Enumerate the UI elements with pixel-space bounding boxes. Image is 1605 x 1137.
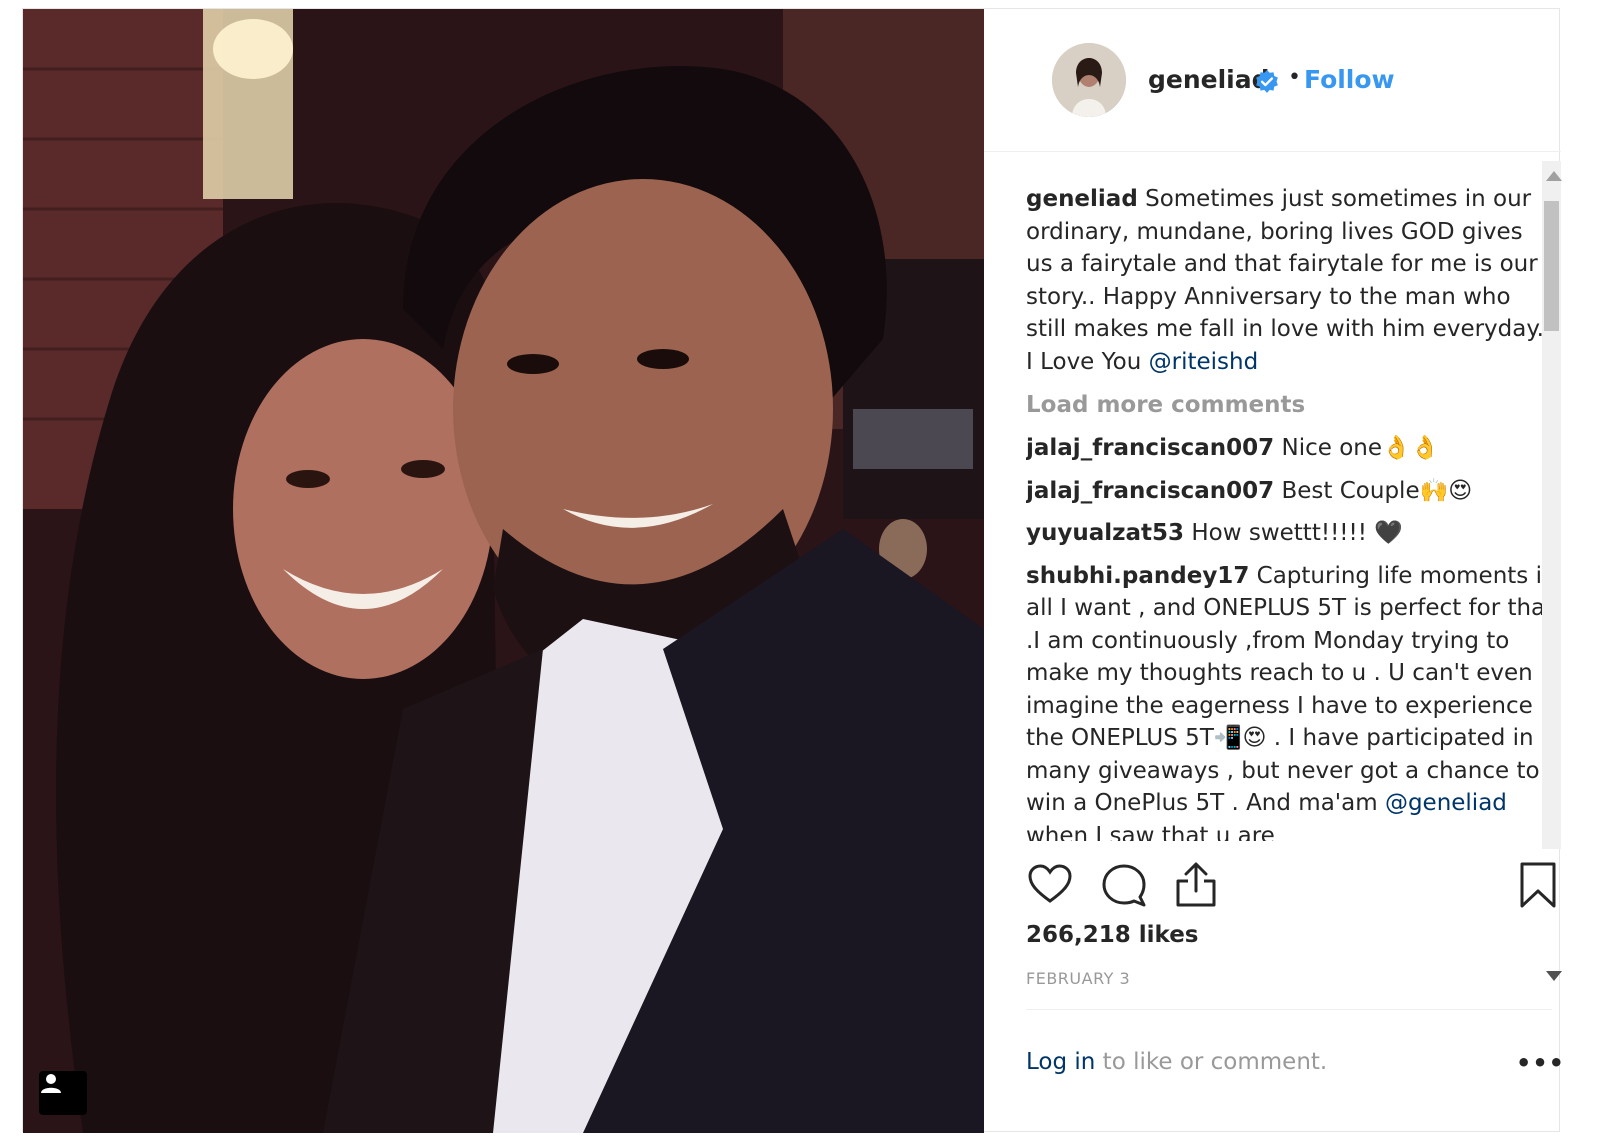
comment-text: How swettt!!!!! 🖤 <box>1184 520 1403 546</box>
avatar-illustration <box>1052 43 1126 117</box>
scroll-thumb[interactable] <box>1544 201 1559 331</box>
comments-list[interactable]: geneliad Sometimes just sometimes in our… <box>1026 161 1556 841</box>
comment-username[interactable]: jalaj_franciscan007 <box>1026 478 1274 504</box>
likes-count[interactable]: 266,218 likes <box>1026 922 1199 948</box>
comment-item: jalaj_franciscan007 Best Couple🙌😍 <box>1026 475 1556 508</box>
comment-username[interactable]: jalaj_franciscan007 <box>1026 435 1274 461</box>
separator-dot: • <box>1288 65 1301 90</box>
comment-text-continued: when I saw that u are <box>1026 822 1275 842</box>
comment-text: Nice one👌👌 <box>1274 435 1440 461</box>
comment-text: Best Couple🙌😍 <box>1274 477 1473 504</box>
scroll-up-arrow-icon[interactable] <box>1546 171 1562 181</box>
photo-illustration <box>23 9 984 1133</box>
comments-scrollbar[interactable] <box>1542 161 1562 981</box>
bookmark-icon[interactable] <box>1514 861 1562 909</box>
verified-badge-icon <box>1256 70 1278 93</box>
tagged-people-button[interactable] <box>39 1071 87 1115</box>
comment-item: yuyualzat53 How swettt!!!!! 🖤 <box>1026 517 1556 550</box>
caption-mention[interactable]: @riteishd <box>1149 349 1259 375</box>
action-bar <box>1026 861 1556 911</box>
scroll-down-arrow-icon[interactable] <box>1546 971 1562 981</box>
comment-username[interactable]: yuyualzat53 <box>1026 520 1184 546</box>
share-icon[interactable] <box>1172 861 1220 909</box>
heart-icon[interactable] <box>1026 861 1074 909</box>
load-more-comments-button[interactable]: Load more comments <box>1026 392 1556 418</box>
post-date: FEBRUARY 3 <box>1026 969 1131 988</box>
comment-icon[interactable] <box>1100 861 1148 909</box>
more-options-icon[interactable]: ••• <box>1516 1049 1565 1077</box>
instagram-post: geneliad • Follow geneliad Sometimes jus… <box>22 8 1564 1133</box>
post-side-panel: geneliad • Follow geneliad Sometimes jus… <box>984 9 1564 1133</box>
follow-button[interactable]: Follow <box>1304 65 1395 94</box>
comment-text: Capturing life moments is all I want , a… <box>1026 562 1555 817</box>
comment-item: jalaj_franciscan007 Nice one👌👌 <box>1026 432 1556 465</box>
comment-item: shubhi.pandey17 Capturing life moments i… <box>1026 560 1556 842</box>
login-prompt: Log in to like or comment. <box>1026 1049 1327 1075</box>
login-prompt-text: to like or comment. <box>1095 1049 1328 1075</box>
username[interactable]: geneliad <box>1148 65 1270 94</box>
post-header: geneliad • Follow <box>984 9 1561 152</box>
caption-username[interactable]: geneliad <box>1026 186 1138 212</box>
login-link[interactable]: Log in <box>1026 1049 1095 1075</box>
user-icon <box>41 1074 61 1093</box>
comment-mention[interactable]: @geneliad <box>1385 790 1507 816</box>
avatar[interactable] <box>1052 43 1126 117</box>
caption-text: Sometimes just sometimes in our ordinary… <box>1026 186 1552 375</box>
post-photo[interactable] <box>23 9 984 1133</box>
divider <box>1026 1009 1552 1010</box>
comment-username[interactable]: shubhi.pandey17 <box>1026 563 1249 589</box>
caption: geneliad Sometimes just sometimes in our… <box>1026 183 1556 378</box>
